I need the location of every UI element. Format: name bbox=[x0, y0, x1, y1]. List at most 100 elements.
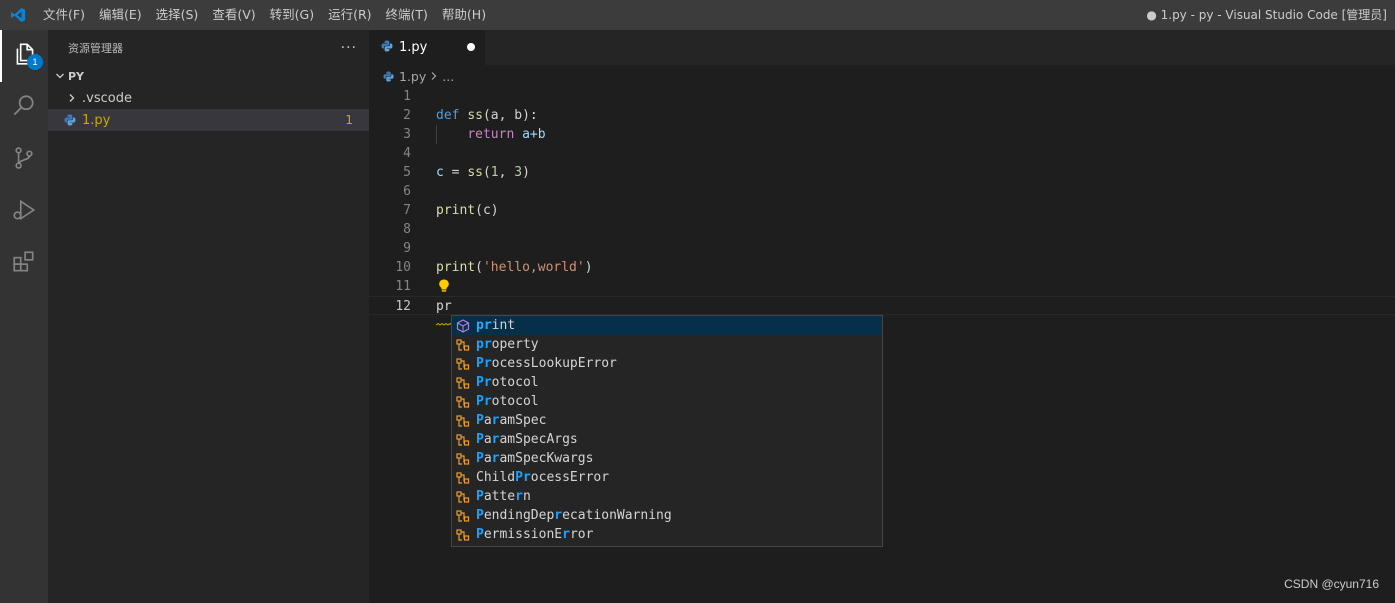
unsaved-dot-icon[interactable] bbox=[467, 43, 475, 51]
python-file-icon bbox=[381, 40, 393, 56]
line-number: 4 bbox=[403, 146, 411, 161]
function-call: print bbox=[436, 203, 476, 218]
search-icon bbox=[11, 93, 37, 123]
line-number: 3 bbox=[403, 127, 411, 142]
more-actions-button[interactable]: ··· bbox=[341, 40, 357, 56]
suggestion-item[interactable]: property bbox=[452, 335, 882, 354]
python-file-icon bbox=[62, 114, 78, 126]
code-editor[interactable]: 1 2 def ss(a, b): 3 return a+b 4 5 c = s… bbox=[369, 87, 1395, 326]
watermark: CSDN @cyun716 bbox=[1284, 577, 1379, 591]
suggestion-item[interactable]: PendingDeprecationWarning bbox=[452, 506, 882, 525]
explorer-button[interactable]: 1 bbox=[0, 30, 48, 82]
string-literal: 'hello,world' bbox=[482, 260, 585, 275]
window-title: ● 1.py - py - Visual Studio Code [管理员] bbox=[1146, 8, 1387, 22]
line-text: c = ss(1, 3) bbox=[436, 163, 530, 182]
chevron-right-icon bbox=[64, 93, 80, 103]
class-icon bbox=[455, 375, 471, 391]
code-line: 5 c = ss(1, 3) bbox=[369, 163, 1395, 182]
search-button[interactable] bbox=[0, 82, 48, 134]
line-text: def ss(a, b): bbox=[436, 106, 538, 125]
line-number: 8 bbox=[403, 222, 411, 237]
tab-label: 1.py bbox=[399, 40, 428, 55]
suggestion-item[interactable]: print bbox=[452, 316, 882, 335]
tree-item-label: .vscode bbox=[82, 90, 132, 106]
line-number: 6 bbox=[403, 184, 411, 199]
suggestion-item[interactable]: ParamSpecKwargs bbox=[452, 449, 882, 468]
variable: c bbox=[436, 165, 444, 180]
breadcrumb: 1.py ... bbox=[369, 65, 1395, 87]
line-number: 7 bbox=[403, 203, 411, 218]
suggestion-item[interactable]: Protocol bbox=[452, 392, 882, 411]
python-file-icon bbox=[383, 70, 394, 82]
run-debug-button[interactable] bbox=[0, 186, 48, 238]
suggestion-item[interactable]: ParamSpec bbox=[452, 411, 882, 430]
suggestion-item[interactable]: Pattern bbox=[452, 487, 882, 506]
code-line: 9 bbox=[369, 239, 1395, 258]
folder-header-py[interactable]: PY bbox=[48, 65, 369, 87]
suggestion-label: ParamSpecKwargs bbox=[476, 451, 594, 466]
suggestion-item[interactable]: Protocol bbox=[452, 373, 882, 392]
explorer-sidebar: 资源管理器 ··· PY .vscode 1.py 1 bbox=[48, 30, 369, 603]
breadcrumb-file[interactable]: 1.py bbox=[399, 69, 426, 84]
code-line: 8 bbox=[369, 220, 1395, 239]
menu-terminal[interactable]: 终端(T) bbox=[379, 0, 435, 30]
menu-selection[interactable]: 选择(S) bbox=[149, 0, 206, 30]
line-number: 1 bbox=[403, 89, 411, 104]
tree-item-label: 1.py bbox=[82, 112, 111, 128]
suggestion-label: ParamSpecArgs bbox=[476, 432, 578, 447]
run-debug-icon bbox=[11, 197, 37, 227]
line-number: 12 bbox=[395, 299, 411, 314]
args: (c) bbox=[475, 203, 499, 218]
class-icon bbox=[455, 489, 471, 505]
extensions-icon bbox=[11, 249, 37, 279]
line-number: 5 bbox=[403, 165, 411, 180]
menu-go[interactable]: 转到(G) bbox=[263, 0, 321, 30]
code-line: 6 bbox=[369, 182, 1395, 201]
menu-run[interactable]: 运行(R) bbox=[321, 0, 378, 30]
tree-item-vscode[interactable]: .vscode bbox=[48, 87, 369, 109]
line-text: print('hello,world') bbox=[436, 258, 593, 277]
line-number: 9 bbox=[403, 241, 411, 256]
title-bar: 文件(F) 编辑(E) 选择(S) 查看(V) 转到(G) 运行(R) 终端(T… bbox=[0, 0, 1395, 30]
suggestion-item[interactable]: ProcessLookupError bbox=[452, 354, 882, 373]
extensions-button[interactable] bbox=[0, 238, 48, 290]
folder-name: PY bbox=[68, 69, 85, 83]
source-control-icon bbox=[11, 145, 37, 175]
chevron-right-icon bbox=[430, 69, 438, 84]
line-number: 10 bbox=[395, 260, 411, 275]
suggestion-item[interactable]: PermissionError bbox=[452, 525, 882, 544]
class-icon bbox=[455, 356, 471, 372]
code-line: 4 bbox=[369, 144, 1395, 163]
function-call: ss bbox=[467, 165, 483, 180]
suggestion-label: PermissionError bbox=[476, 527, 594, 542]
suggestion-label: ChildProcessError bbox=[476, 470, 610, 485]
params: (a, b): bbox=[482, 108, 538, 123]
suggest-widget: print property ProcessLookupError Protocol P… bbox=[451, 315, 883, 547]
code-line: 3 return a+b bbox=[369, 125, 1395, 144]
menu-file[interactable]: 文件(F) bbox=[36, 0, 92, 30]
line-text: print(c) bbox=[436, 201, 499, 220]
number: 3 bbox=[514, 165, 523, 180]
chevron-down-icon bbox=[52, 71, 68, 81]
suggestion-item[interactable]: ParamSpecArgs bbox=[452, 430, 882, 449]
menu-view[interactable]: 查看(V) bbox=[205, 0, 262, 30]
class-icon bbox=[455, 451, 471, 467]
comma: , bbox=[498, 165, 515, 180]
menu-help[interactable]: 帮助(H) bbox=[435, 0, 493, 30]
expression: a+b bbox=[522, 127, 546, 142]
tree-item-1py[interactable]: 1.py 1 bbox=[48, 109, 369, 131]
function-name: ss bbox=[467, 108, 483, 123]
suggestion-item[interactable]: ChildProcessError bbox=[452, 468, 882, 487]
keyword: return bbox=[467, 127, 515, 142]
problems-count: 1 bbox=[345, 113, 353, 127]
suggestion-label: Protocol bbox=[476, 375, 539, 390]
class-icon bbox=[455, 432, 471, 448]
code-line: 11 bbox=[369, 277, 1395, 296]
activity-bar: 1 bbox=[0, 30, 48, 603]
keyword: def bbox=[436, 108, 460, 123]
class-icon bbox=[455, 413, 471, 429]
source-control-button[interactable] bbox=[0, 134, 48, 186]
tab-1py[interactable]: 1.py bbox=[369, 30, 485, 65]
menu-edit[interactable]: 编辑(E) bbox=[92, 0, 149, 30]
breadcrumb-symbol[interactable]: ... bbox=[442, 69, 454, 84]
